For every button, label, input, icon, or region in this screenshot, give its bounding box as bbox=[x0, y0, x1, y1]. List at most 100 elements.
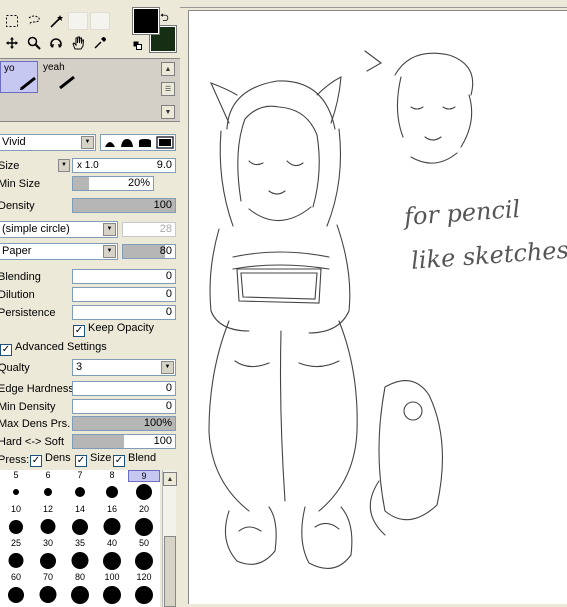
press-size-checkbox[interactable]: ✓ Size bbox=[75, 452, 111, 467]
min-density-row: Min Density 0 bbox=[0, 398, 180, 416]
max-dens-prs-slider[interactable]: 100% bbox=[72, 416, 176, 431]
blend-mode-value: Vivid bbox=[2, 136, 26, 148]
brush-dot bbox=[71, 552, 89, 569]
brush-size-20[interactable]: 20 bbox=[128, 482, 160, 514]
dilution-field[interactable]: 0 bbox=[72, 287, 176, 302]
rotate-icon[interactable] bbox=[46, 34, 66, 52]
brush-dot bbox=[39, 586, 57, 603]
brush-size-160[interactable]: 160 bbox=[0, 584, 32, 607]
brush-size-80[interactable]: 80 bbox=[64, 550, 96, 582]
blending-field[interactable]: 0 bbox=[72, 269, 176, 284]
brush-size-200[interactable]: 200 bbox=[32, 584, 64, 607]
brush-size-label: 14 bbox=[74, 504, 85, 514]
chevron-down-icon: ▼ bbox=[81, 136, 94, 149]
brush-size-35[interactable]: 35 bbox=[64, 516, 96, 548]
swap-colors-icon[interactable]: ⮌ bbox=[160, 9, 169, 28]
lasso-icon[interactable] bbox=[24, 12, 44, 30]
hard-soft-slider[interactable]: 100 bbox=[72, 434, 176, 449]
brush-size-100[interactable]: 100 bbox=[96, 550, 128, 582]
press-dens-checkbox[interactable]: ✓ Dens bbox=[30, 452, 71, 467]
brush-dot bbox=[8, 587, 24, 603]
brush-dot bbox=[103, 552, 121, 570]
empty-tool-slot bbox=[68, 12, 88, 30]
brush-size-50[interactable]: 50 bbox=[128, 516, 160, 548]
drawing-canvas[interactable]: for pencil like sketches! bbox=[188, 10, 567, 604]
preset-scroll-up-button[interactable]: ▲ bbox=[161, 62, 175, 76]
magic-wand-icon[interactable] bbox=[46, 12, 66, 30]
texture-select[interactable]: Paper ▼ bbox=[0, 243, 118, 260]
brush-size-14[interactable]: 14 bbox=[64, 482, 96, 514]
brush-size-label: 40 bbox=[106, 538, 117, 548]
edge-hardness-row: Edge Hardness 0 bbox=[0, 380, 180, 398]
density-label: Density bbox=[0, 200, 35, 212]
brush-size-120[interactable]: 120 bbox=[128, 550, 160, 582]
press-blend-checkbox[interactable]: ✓ Blend bbox=[113, 452, 156, 467]
size-multiplier-dropdown[interactable]: ▼ bbox=[58, 159, 70, 172]
brush-size-10[interactable]: 10 bbox=[0, 482, 32, 514]
pencil-preset-icon bbox=[59, 75, 75, 89]
color-swatches: ⮌ bbox=[130, 0, 180, 58]
scrollbar-thumb[interactable] bbox=[164, 536, 176, 607]
scroll-up-icon[interactable]: ▲ bbox=[163, 472, 177, 486]
brush-size-350[interactable]: 350 bbox=[128, 584, 160, 607]
brush-size-grid: 5 6 7 8 9 10 12 14 16 20 25 30 35 40 50 … bbox=[0, 470, 160, 607]
zoom-icon[interactable] bbox=[24, 34, 44, 52]
select-rect-icon[interactable] bbox=[2, 12, 22, 30]
brush-size-label: 30 bbox=[42, 538, 53, 548]
press-blend-label: Blend bbox=[128, 452, 157, 464]
texture-amount-value: 80 bbox=[159, 245, 172, 257]
min-size-slider[interactable]: 20% bbox=[72, 176, 154, 191]
brush-size-label: 70 bbox=[42, 572, 53, 582]
brush-size-16[interactable]: 16 bbox=[96, 482, 128, 514]
quality-select[interactable]: 3 ▼ bbox=[72, 359, 176, 376]
brush-size-300[interactable]: 300 bbox=[96, 584, 128, 607]
preset-menu-button[interactable]: ☰ bbox=[161, 82, 175, 96]
persistence-field[interactable]: 0 bbox=[72, 305, 176, 320]
edge-hardness-value: 0 bbox=[165, 382, 172, 394]
size-value: 9.0 bbox=[156, 159, 172, 171]
keep-opacity-checkbox[interactable]: ✓ Keep Opacity bbox=[73, 322, 154, 337]
brush-size-250[interactable]: 250 bbox=[64, 584, 96, 607]
preset-yeah[interactable]: yeah bbox=[40, 61, 78, 93]
brush-grid-scrollbar[interactable]: ▲ bbox=[162, 470, 177, 607]
blend-mode-select[interactable]: Vivid ▼ bbox=[0, 134, 96, 151]
persistence-value: 0 bbox=[165, 306, 172, 318]
min-size-row: Min Size 20% bbox=[0, 175, 180, 193]
move-icon[interactable] bbox=[2, 34, 22, 52]
canvas-area: for pencil like sketches! bbox=[180, 0, 567, 607]
brush-size-60[interactable]: 60 bbox=[0, 550, 32, 582]
brush-size-5[interactable]: 5 bbox=[0, 470, 32, 480]
brush-size-label: 12 bbox=[42, 504, 53, 514]
brush-size-9-selected[interactable]: 9 bbox=[128, 470, 160, 482]
reset-colors-icon[interactable] bbox=[133, 41, 142, 50]
size-field[interactable]: x 1.0 9.0 bbox=[72, 158, 176, 173]
quality-label: Qualty bbox=[0, 362, 30, 374]
edge-hardness-field[interactable]: 0 bbox=[72, 381, 176, 396]
brush-dot bbox=[75, 487, 85, 497]
brush-shape-icons[interactable] bbox=[101, 135, 177, 150]
foreground-color-swatch[interactable] bbox=[132, 7, 160, 35]
brush-size-25[interactable]: 25 bbox=[0, 516, 32, 548]
brush-size-6[interactable]: 6 bbox=[32, 470, 64, 480]
texture-amount-slider[interactable]: 80 bbox=[122, 244, 176, 259]
brush-size-12[interactable]: 12 bbox=[32, 482, 64, 514]
min-density-field[interactable]: 0 bbox=[72, 399, 176, 414]
brush-size-8[interactable]: 8 bbox=[96, 470, 128, 480]
max-dens-prs-value: 100% bbox=[143, 417, 172, 429]
texture-row: Paper ▼ 80 bbox=[0, 243, 180, 261]
brush-size-70[interactable]: 70 bbox=[32, 550, 64, 582]
eyedropper-icon[interactable] bbox=[90, 34, 110, 52]
advanced-settings-checkbox[interactable]: ✓ Advanced Settings bbox=[0, 341, 107, 356]
density-slider[interactable]: 100 bbox=[72, 198, 176, 213]
hand-icon[interactable] bbox=[68, 34, 88, 52]
preset-yo[interactable]: yo bbox=[0, 61, 38, 93]
brush-dot bbox=[13, 489, 19, 495]
shape-amount-slider[interactable]: 28 bbox=[122, 222, 176, 237]
brush-size-40[interactable]: 40 bbox=[96, 516, 128, 548]
brush-size-7[interactable]: 7 bbox=[64, 470, 96, 480]
hard-soft-fill bbox=[73, 435, 124, 448]
preset-scroll-down-button[interactable]: ▼ bbox=[161, 105, 175, 119]
shape-select[interactable]: (simple circle) ▼ bbox=[0, 221, 118, 238]
brush-size-30[interactable]: 30 bbox=[32, 516, 64, 548]
dilution-label: Dilution bbox=[0, 289, 35, 301]
